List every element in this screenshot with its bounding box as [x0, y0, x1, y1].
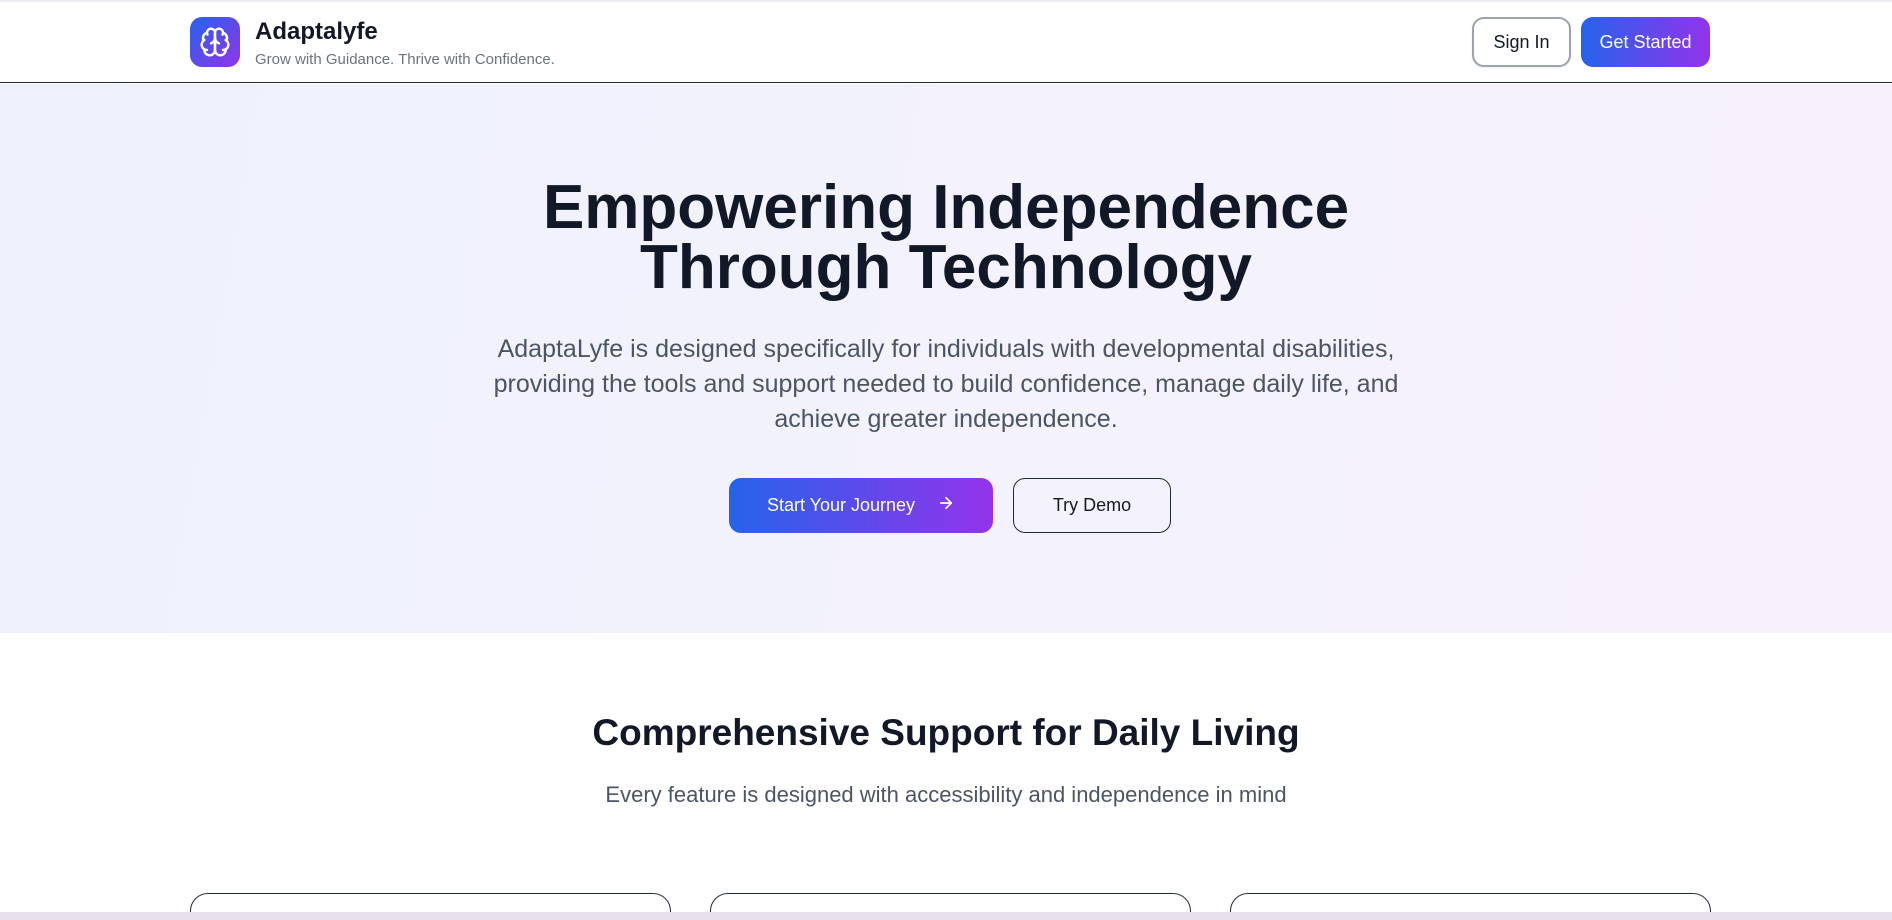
- start-journey-label: Start Your Journey: [766, 495, 916, 515]
- features-subtitle: Every feature is designed with accessibi…: [605, 782, 1287, 807]
- brand-name[interactable]: Adaptalyfe: [255, 18, 378, 46]
- hero-title-line-2: Through Technology: [640, 233, 1252, 302]
- site-header: Adaptalyfe Grow with Guidance. Thrive wi…: [0, 2, 1892, 83]
- hero-title: Empowering Independence Through Technolo…: [0, 177, 1892, 299]
- get-started-button[interactable]: Get Started: [1581, 17, 1710, 67]
- try-demo-button[interactable]: Try Demo: [1013, 478, 1171, 533]
- features-title: Comprehensive Support for Daily Living: [592, 712, 1300, 753]
- hero-title-line-1: Empowering Independence: [542, 173, 1350, 242]
- brain-icon[interactable]: [190, 17, 240, 67]
- landing-page: Adaptalyfe Grow with Guidance. Thrive wi…: [0, 0, 1892, 920]
- hero-subtitle: AdaptaLyfe is designed specifically for …: [493, 335, 1399, 433]
- sign-in-button[interactable]: Sign In: [1472, 17, 1571, 67]
- horizontal-scrollbar[interactable]: [0, 912, 1892, 920]
- arrow-right-icon: [937, 494, 955, 517]
- start-journey-button[interactable]: Start Your Journey: [729, 478, 993, 533]
- brand-tagline: Grow with Guidance. Thrive with Confiden…: [255, 51, 555, 68]
- hero-section: Empowering Independence Through Technolo…: [0, 84, 1892, 633]
